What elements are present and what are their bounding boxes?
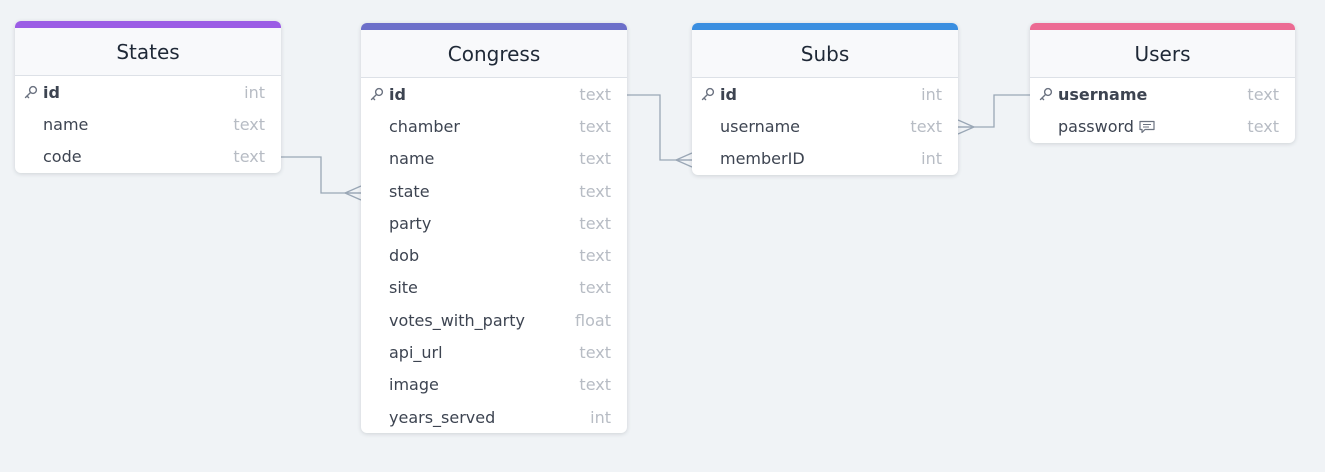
field-type: text	[579, 149, 611, 169]
field-name: api_url	[389, 343, 443, 363]
field-row-username[interactable]: username text	[692, 110, 958, 142]
table-accent-bar	[15, 21, 281, 28]
field-row-state[interactable]: state text	[361, 175, 627, 207]
field-name: code	[43, 147, 82, 167]
field-row-years-served[interactable]: years_served int	[361, 401, 627, 433]
field-type: text	[579, 343, 611, 363]
table-title: Users	[1134, 41, 1191, 66]
table-header[interactable]: States	[15, 28, 281, 76]
table-congress[interactable]: Congress id text chamber text name text …	[361, 23, 627, 434]
table-header[interactable]: Users	[1030, 30, 1295, 78]
field-type: float	[575, 310, 611, 330]
table-title: States	[116, 39, 180, 64]
field-name: years_served	[389, 407, 496, 427]
relation-users-username-subs-username[interactable]	[958, 94, 1030, 128]
field-name: dob	[389, 246, 420, 266]
field-type: text	[910, 116, 942, 136]
field-type: text	[233, 147, 265, 167]
field-name: image	[389, 375, 439, 395]
field-row-id[interactable]: id int	[692, 78, 958, 110]
field-type: text	[579, 84, 611, 104]
field-row-memberid[interactable]: memberID int	[692, 143, 958, 175]
key-icon	[24, 86, 38, 99]
key-icon	[701, 88, 715, 101]
relation-congress-id-subs-memberid[interactable]	[627, 94, 692, 161]
relation-states-code-congress-state[interactable]	[281, 156, 361, 194]
field-name: username	[720, 116, 800, 136]
field-name: name	[389, 149, 435, 169]
table-accent-bar	[361, 23, 627, 30]
field-type: int	[244, 82, 265, 102]
field-row-username[interactable]: username text	[1030, 78, 1295, 110]
key-icon	[1039, 88, 1053, 101]
note-icon[interactable]	[1138, 120, 1156, 134]
field-row-name[interactable]: name text	[361, 143, 627, 175]
field-name: name	[43, 114, 89, 134]
field-name: votes_with_party	[389, 310, 525, 330]
field-type: text	[1247, 116, 1279, 136]
field-row-site[interactable]: site text	[361, 272, 627, 304]
field-type: text	[579, 181, 611, 201]
field-row-party[interactable]: party text	[361, 207, 627, 239]
field-name: id	[43, 82, 60, 102]
table-users[interactable]: Users username text password text	[1030, 23, 1295, 143]
crowfoot-subs-memberid	[674, 152, 693, 168]
field-name: memberID	[720, 149, 805, 169]
field-type: text	[233, 114, 265, 134]
field-row-name[interactable]: name text	[15, 108, 281, 140]
field-name: id	[720, 84, 737, 104]
field-type: text	[579, 375, 611, 395]
field-row-password[interactable]: password text	[1030, 110, 1295, 142]
field-row-api-url[interactable]: api_url text	[361, 336, 627, 368]
field-type: int	[921, 84, 942, 104]
field-row-votes-with-party[interactable]: votes_with_party float	[361, 304, 627, 336]
field-name: id	[389, 84, 406, 104]
field-name: party	[389, 213, 432, 233]
field-name: password	[1058, 116, 1134, 136]
field-name-with-note: password	[1058, 117, 1247, 136]
field-row-id[interactable]: id text	[361, 78, 627, 110]
table-title: Congress	[447, 41, 541, 66]
table-subs[interactable]: Subs id int username text memberID int	[692, 23, 958, 175]
field-row-id[interactable]: id int	[15, 76, 281, 108]
field-row-dob[interactable]: dob text	[361, 239, 627, 271]
field-name: chamber	[389, 116, 460, 136]
key-icon	[370, 88, 384, 101]
field-row-image[interactable]: image text	[361, 369, 627, 401]
table-header[interactable]: Subs	[692, 30, 958, 78]
table-header[interactable]: Congress	[361, 30, 627, 78]
field-type: text	[579, 116, 611, 136]
field-type: text	[1247, 84, 1279, 104]
crowfoot-subs-username	[957, 119, 976, 135]
field-name: username	[1058, 84, 1148, 104]
field-name: state	[389, 181, 430, 201]
field-type: text	[579, 213, 611, 233]
field-type: text	[579, 246, 611, 266]
table-states[interactable]: States id int name text code text	[15, 21, 281, 173]
table-accent-bar	[1030, 23, 1295, 30]
table-accent-bar	[692, 23, 958, 30]
field-type: int	[921, 149, 942, 169]
field-type: int	[590, 407, 611, 427]
field-row-code[interactable]: code text	[15, 141, 281, 173]
table-title: Subs	[800, 41, 850, 66]
diagram-canvas: States id int name text code text Congre…	[0, 0, 1325, 472]
field-name: site	[389, 278, 418, 298]
field-type: text	[579, 278, 611, 298]
crowfoot-congress-state	[343, 185, 362, 201]
field-row-chamber[interactable]: chamber text	[361, 110, 627, 142]
